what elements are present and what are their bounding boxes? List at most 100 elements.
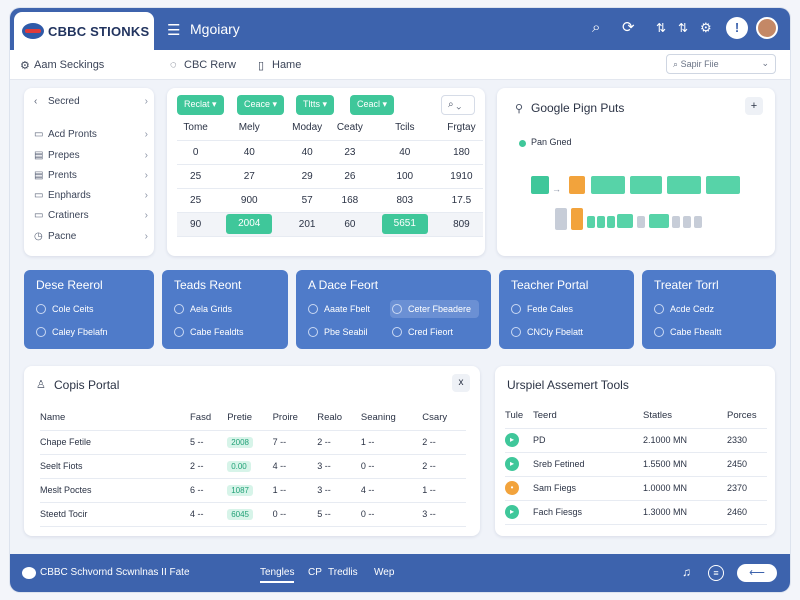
table-cell: 23 [329, 140, 370, 165]
column-header[interactable]: Csary [422, 406, 466, 431]
table-row[interactable]: 25 900 57 168 803 17.5 [177, 188, 483, 213]
logo[interactable]: CBBC STIONKS [14, 12, 154, 50]
table-row[interactable]: Chape Fetile 5 -- 2008 7 -- 2 -- 1 -- 2 … [40, 430, 466, 455]
filter-chip[interactable]: Ceacl ▾ [350, 95, 395, 115]
column-header[interactable]: Tome [177, 116, 215, 141]
card-item[interactable]: Pbe Seabil [308, 327, 368, 337]
sidebar-item-pacne[interactable]: ◷ Pacne › [34, 231, 148, 242]
table-cell: 26 [329, 164, 370, 189]
card-item[interactable]: Fede Cales [511, 304, 573, 314]
card-item[interactable]: Acde Cedz [654, 304, 714, 314]
blue-card-a-dace-feort[interactable]: A Dace Feort Aaate Fbelt Ceter Fbeadere … [296, 270, 491, 349]
card-item[interactable]: Caley Fbelafn [36, 327, 108, 337]
green-block [587, 216, 595, 228]
music-icon[interactable]: ♫ [682, 565, 691, 579]
sidebar-item-acd-pronts[interactable]: ▭ Acd Pronts › [34, 129, 148, 140]
sort-icon[interactable]: ⇅ [656, 19, 666, 37]
column-header[interactable]: Tcils [369, 116, 440, 141]
gear-icon[interactable]: ⚙ [20, 59, 30, 72]
column-header[interactable]: Seaning [360, 406, 423, 431]
card-item[interactable]: Cabe Fbealtt [654, 327, 722, 337]
column-header[interactable]: Fasd [190, 406, 228, 431]
column-header[interactable]: Pretie [227, 406, 273, 431]
filter-chip[interactable]: Tltts ▾ [296, 95, 335, 115]
sidebar-item-prents[interactable]: ▤ Prents › [34, 170, 148, 181]
sidebar-item-prepes[interactable]: ▤ Prepes › [34, 150, 148, 161]
card-item[interactable]: Cabe Fealdts [174, 327, 244, 337]
menu-icon[interactable]: ☰ [167, 21, 180, 39]
search-icon[interactable]: ⌕ [592, 19, 600, 37]
green-block[interactable] [706, 176, 740, 194]
warning-icon: • [505, 481, 519, 495]
green-block[interactable] [630, 176, 662, 194]
grid-search-button[interactable]: ⌕ ⌄ [441, 95, 475, 115]
settings-icon[interactable]: ⚙ [700, 19, 712, 37]
footer-tab[interactable]: Tredlis [328, 567, 358, 578]
table-row[interactable]: ▸ Fach Fiesgs 1.3000 MN 2460 [505, 500, 767, 525]
card-item[interactable]: CNCly Fbelatt [511, 327, 583, 337]
column-header[interactable]: Frgtay [439, 116, 483, 141]
table-row[interactable]: • Sam Fiegs 1.0000 MN 2370 [505, 476, 767, 501]
column-header[interactable]: Proire [272, 406, 318, 431]
blue-card-teads-reont[interactable]: Teads Reont Aela Grids Cabe Fealdts [162, 270, 288, 349]
table-row[interactable]: Steetd Tocir 4 -- 6045 0 -- 5 -- 0 -- 3 … [40, 502, 466, 527]
footer-tab[interactable]: Wep [374, 567, 394, 578]
radio-icon [174, 327, 184, 337]
table-row[interactable]: Seelt Fiots 2 -- 0.00 4 -- 3 -- 0 -- 2 -… [40, 454, 466, 479]
sidebar-item-cratiners[interactable]: ▭ Cratiners › [34, 210, 148, 221]
table-row[interactable]: 25 27 29 26 100 1910 [177, 164, 483, 189]
refresh-icon[interactable]: ⟳ [622, 19, 635, 37]
card-item-selected[interactable]: Ceter Fbeadere [390, 300, 480, 318]
table-row[interactable]: ▸ Sreb Fetined 1.5500 MN 2450 [505, 452, 767, 477]
column-header[interactable]: Mely [214, 116, 285, 141]
blue-card-dese-reerol[interactable]: Dese Reerol Cole Ceits Caley Fbelafn [24, 270, 154, 349]
column-header[interactable]: Statles [643, 404, 727, 429]
card-item[interactable]: Aaate Fbelt [308, 304, 370, 314]
close-button[interactable]: x [452, 374, 470, 392]
sidebar-item-secred[interactable]: ‹ Secred › [34, 96, 148, 107]
card-item[interactable]: Aela Grids [174, 304, 232, 314]
card-item-label: Fede Cales [527, 304, 574, 314]
filter-chip[interactable]: Ceace ▾ [237, 95, 285, 115]
column-header[interactable]: Ceaty [329, 116, 370, 141]
table-cell: • [505, 476, 533, 501]
blue-card-treater-torrl[interactable]: Treater Torrl Acde Cedz Cabe Fbealtt [642, 270, 776, 349]
sort-alt-icon[interactable]: ⇅ [678, 19, 688, 37]
subnav-home[interactable]: Hame [272, 59, 301, 71]
table-cell: Sam Fiegs [533, 476, 643, 501]
footer-tab[interactable]: CP [308, 567, 322, 578]
table-row[interactable]: 90 2004 201 60 5651 809 [177, 212, 483, 237]
table-cell: PD [533, 428, 643, 453]
column-header[interactable]: Teerd [533, 404, 643, 429]
green-block[interactable] [531, 176, 549, 194]
orange-block[interactable] [569, 176, 585, 194]
avatar[interactable] [756, 17, 778, 39]
sidebar-item-enphards[interactable]: ▭ Enphards › [34, 190, 148, 201]
footer-tab-active[interactable]: Tengles [260, 567, 295, 583]
column-header[interactable]: Moday [284, 116, 330, 141]
filter-chip[interactable]: Reclat ▾ [177, 95, 224, 115]
subnav-settings[interactable]: Aam Seckings [34, 59, 104, 71]
card-item[interactable]: Cred Fieort [392, 327, 453, 337]
blue-card-teacher-portal[interactable]: Teacher Portal Fede Cales CNCly Fbelatt [499, 270, 634, 349]
green-block[interactable] [591, 176, 625, 194]
subnav-review[interactable]: CBC Rerw [184, 59, 236, 71]
add-button[interactable]: + [745, 97, 763, 115]
column-header[interactable]: Realo [317, 406, 361, 431]
table-row[interactable]: ▸ PD 2.1000 MN 2330 [505, 428, 767, 453]
table-row[interactable]: 0 40 40 23 40 180 [177, 140, 483, 165]
doc-icon[interactable]: ▯ [258, 59, 264, 72]
column-header[interactable]: Name [40, 406, 190, 431]
table-cell: 1 -- [272, 478, 318, 503]
column-header[interactable]: Porces [727, 404, 767, 429]
green-block[interactable] [667, 176, 701, 194]
notification-badge[interactable]: ! [726, 17, 748, 39]
toggle-button[interactable]: ⟵ [737, 564, 777, 582]
card-item[interactable]: Cole Ceits [36, 304, 94, 314]
chat-icon[interactable]: ◌ [170, 59, 177, 71]
column-header[interactable]: Tule [505, 404, 533, 429]
table-cell: 1 -- [422, 478, 466, 503]
menu-icon[interactable]: ≡ [708, 565, 724, 581]
file-select[interactable]: ⌕ Sapir Fiie ⌄ [666, 54, 776, 74]
table-row[interactable]: Meslt Poctes 6 -- 1087 1 -- 3 -- 4 -- 1 … [40, 478, 466, 503]
